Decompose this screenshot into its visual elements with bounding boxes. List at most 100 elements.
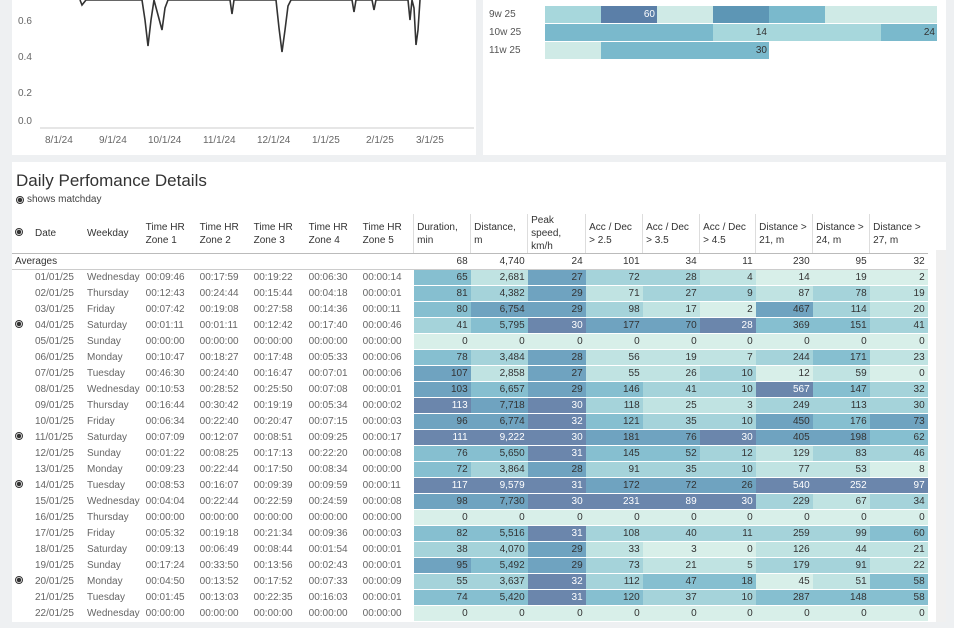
metric-cell: 98 (585, 301, 643, 318)
table-row[interactable]: 03/01/25 Friday 00:07:42 00:19:08 00:27:58 00… (12, 301, 928, 318)
x-tick-label: 9/1/24 (99, 135, 127, 146)
column-header[interactable]: Duration, min (413, 214, 471, 254)
heatmap-cell (601, 23, 657, 42)
metric-cell: 46 (869, 445, 928, 462)
table-row[interactable]: 05/01/25 Sunday 00:00:00 00:00:00 00:00:00 00… (12, 333, 928, 350)
metric-cell: 146 (585, 381, 643, 398)
metric-cell: 113 (812, 397, 870, 414)
table-row[interactable]: 09/01/25 Thursday 00:16:44 00:30:42 00:19:19… (12, 397, 928, 414)
column-header[interactable]: Weekday (84, 214, 143, 254)
column-header[interactable]: Time HR Zone 4 (305, 214, 360, 254)
metric-cell: 9 (699, 285, 756, 302)
line-chart-panel: 0.6 0.4 0.2 0.0 8/1/24 9/1/24 10/1/24 11/1/24 1… (12, 0, 476, 155)
hr-zone-cell: 00:00:00 (142, 333, 197, 350)
hr-zone-cell: 00:00:00 (196, 509, 251, 526)
metric-cell: 0 (470, 509, 528, 526)
hr-zone-cell: 00:00:02 (359, 397, 414, 414)
metric-cell: 23 (869, 349, 928, 366)
metric-cell: 37 (642, 589, 700, 606)
table-row[interactable]: 10/01/25 Friday 00:06:34 00:22:40 00:20:47 00… (12, 413, 928, 430)
table-row[interactable]: 15/01/25 Wednesday 00:04:04 00:22:44 00:22:5… (12, 493, 928, 510)
metric-cell: 3,864 (470, 461, 528, 478)
metric-cell: 114 (812, 301, 870, 318)
hr-zone-cell: 00:01:45 (142, 589, 197, 606)
column-header[interactable]: Time HR Zone 1 (142, 214, 197, 254)
matchday-cell (12, 269, 32, 286)
matchday-cell (12, 429, 32, 446)
hr-zone-cell: 00:05:34 (305, 397, 360, 414)
metric-cell: 0 (869, 605, 928, 622)
column-header[interactable]: Peak speed, km/h (527, 214, 586, 254)
metric-cell: 249 (755, 397, 813, 414)
heatmap-cell (657, 23, 713, 42)
column-header[interactable]: Time HR Zone 2 (196, 214, 251, 254)
metric-cell: 40 (642, 525, 700, 542)
table-row[interactable]: 13/01/25 Monday 00:09:23 00:22:44 00:17:50 00… (12, 461, 928, 478)
table-row[interactable]: 18/01/25 Saturday 00:09:13 00:06:49 00:08:44… (12, 541, 928, 558)
table-row[interactable]: 07/01/25 Tuesday 00:46:30 00:24:40 00:16:47 0… (12, 365, 928, 382)
table-row[interactable]: 11/01/25 Saturday 00:07:09 00:12:07 00:08:51… (12, 429, 928, 446)
hr-zone-cell: 00:13:56 (250, 557, 306, 574)
hr-zone-cell: 00:22:35 (250, 589, 306, 606)
column-header[interactable]: Distance, m (470, 214, 528, 254)
hr-zone-cell: 00:01:54 (305, 541, 360, 558)
metric-cell: 252 (812, 477, 870, 494)
matchday-cell (12, 397, 32, 414)
table-row[interactable]: 16/01/25 Thursday 00:00:00 00:00:00 00:00:00… (12, 509, 928, 526)
table-scrollbar[interactable] (936, 250, 946, 622)
hr-zone-cell: 00:13:52 (196, 573, 251, 590)
table-row[interactable]: 20/01/25 Monday 00:04:50 00:13:52 00:17:52 00… (12, 573, 928, 590)
metric-cell: 3,484 (470, 349, 528, 366)
weekday-cell: Thursday (84, 397, 143, 414)
metric-cell: 0 (470, 605, 528, 622)
column-header[interactable]: Distance > 27, m (869, 214, 928, 254)
metric-cell: 51 (812, 573, 870, 590)
date-cell: 18/01/25 (32, 541, 84, 558)
heatmap-cell (545, 23, 601, 42)
column-header[interactable]: Acc / Dec > 2.5 (585, 214, 643, 254)
hr-zone-cell: 00:00:08 (359, 445, 414, 462)
table-row[interactable]: 06/01/25 Monday 00:10:47 00:18:27 00:17:48 00… (12, 349, 928, 366)
hr-zone-cell: 00:09:36 (305, 525, 360, 542)
table-row[interactable]: 22/01/25 Wednesday 00:00:00 00:00:00 00:00:0… (12, 605, 928, 622)
weekday-cell: Tuesday (84, 477, 143, 494)
metric-cell: 171 (812, 349, 870, 366)
table-row[interactable]: 21/01/25 Tuesday 00:01:45 00:13:03 00:22:35 0… (12, 589, 928, 606)
heatmap-cell (825, 23, 881, 42)
hr-zone-cell: 00:08:34 (305, 461, 360, 478)
column-header[interactable]: Time HR Zone 5 (359, 214, 414, 254)
metric-cell: 7,718 (470, 397, 528, 414)
table-row[interactable]: 01/01/25 Wednesday 00:09:46 00:17:59 00:19:2… (12, 269, 928, 286)
metric-cell: 81 (413, 285, 471, 302)
column-header[interactable]: Distance > 24, m (812, 214, 870, 254)
column-header[interactable]: Acc / Dec > 3.5 (642, 214, 700, 254)
column-header[interactable]: Distance > 21, m (755, 214, 813, 254)
weekday-cell: Saturday (84, 317, 143, 334)
metric-cell: 176 (812, 413, 870, 430)
table-row[interactable]: 12/01/25 Sunday 00:01:22 00:08:25 00:17:13 00… (12, 445, 928, 462)
heatmap-cell: 30 (713, 41, 769, 60)
metric-cell: 0 (755, 605, 813, 622)
metric-cell: 198 (812, 429, 870, 446)
table-row[interactable]: 19/01/25 Sunday 00:17:24 00:33:50 00:13:56 00… (12, 557, 928, 574)
table-row[interactable]: 08/01/25 Wednesday 00:10:53 00:28:52 00:25:5… (12, 381, 928, 398)
column-header[interactable]: Date (32, 214, 84, 254)
metric-cell: 12 (699, 445, 756, 462)
table-row[interactable]: 02/01/25 Thursday 00:12:43 00:24:44 00:15:44… (12, 285, 928, 302)
matchday-legend-label: shows matchday (27, 194, 102, 205)
column-header[interactable]: Time HR Zone 3 (250, 214, 306, 254)
hr-zone-cell: 00:05:33 (305, 349, 360, 366)
table-row[interactable]: 04/01/25 Saturday 00:01:11 00:01:11 00:12:42… (12, 317, 928, 334)
column-header[interactable]: Acc / Dec > 4.5 (699, 214, 756, 254)
metric-cell: 3 (642, 541, 700, 558)
metric-cell: 567 (755, 381, 813, 398)
table-row[interactable]: 14/01/25 Tuesday 00:08:53 00:16:07 00:09:39 0… (12, 477, 928, 494)
metric-cell: 29 (527, 285, 586, 302)
metric-cell: 12 (755, 365, 813, 382)
table-row[interactable]: 17/01/25 Friday 00:05:32 00:19:18 00:21:34 00… (12, 525, 928, 542)
date-cell: 04/01/25 (32, 317, 84, 334)
metric-cell: 147 (812, 381, 870, 398)
metric-cell: 117 (413, 477, 471, 494)
metric-cell: 95 (413, 557, 471, 574)
heatmap-cell (769, 23, 825, 42)
